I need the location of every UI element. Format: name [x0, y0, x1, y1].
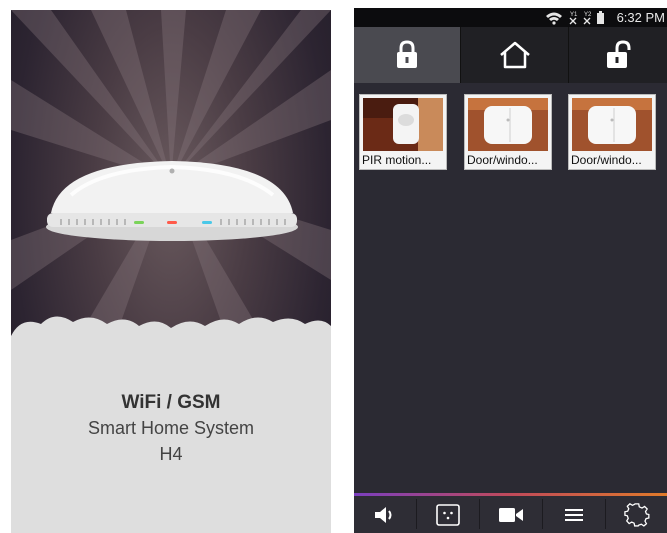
- svg-text:Y1: Y1: [570, 12, 578, 18]
- clock: 6:32 PM: [616, 10, 665, 25]
- siren-tab[interactable]: [354, 496, 416, 533]
- door-sensor-thumbnail: [572, 98, 652, 151]
- home-mode-button[interactable]: [461, 27, 568, 83]
- device-tile[interactable]: Door/windo...: [568, 94, 656, 170]
- battery-icon: [597, 11, 604, 24]
- device-label: Door/windo...: [467, 153, 538, 167]
- svg-text:Y2: Y2: [584, 12, 592, 18]
- video-camera-icon: [499, 507, 523, 522]
- status-bar: Y1 Y2 6:32 PM: [354, 8, 667, 27]
- device-grid: PIR motion... Door/windo... Door/windo..…: [354, 83, 667, 493]
- lock-open-icon: [607, 40, 631, 68]
- settings-tab[interactable]: [606, 496, 667, 533]
- device-tile[interactable]: PIR motion...: [359, 94, 447, 170]
- menu-tab[interactable]: [543, 496, 605, 533]
- splash-model: H4: [159, 444, 183, 464]
- app-main-screen: Y1 Y2 6:32 PM PIR motion... Door/windo..…: [354, 8, 667, 533]
- gear-icon: [623, 502, 649, 527]
- wifi-icon: [546, 12, 562, 25]
- sim1-no-signal-icon: Y1: [569, 12, 578, 25]
- device-tile[interactable]: Door/windo...: [464, 94, 552, 170]
- menu-icon: [565, 508, 583, 521]
- mode-bar: [354, 27, 667, 83]
- lock-closed-icon: [397, 40, 417, 68]
- camera-tab[interactable]: [480, 496, 542, 533]
- bottom-tab-bar: [354, 493, 667, 533]
- router-device-image: [46, 161, 298, 241]
- disarm-mode-button[interactable]: [569, 27, 667, 83]
- remote-tab[interactable]: [417, 496, 479, 533]
- splash-title: WiFi / GSM: [121, 392, 221, 413]
- splash-subtitle: Smart Home System: [87, 418, 255, 438]
- device-label: PIR motion...: [362, 153, 432, 167]
- sim2-no-signal-icon: Y2: [583, 12, 592, 25]
- device-label: Door/windo...: [571, 153, 642, 167]
- door-sensor-thumbnail: [468, 98, 548, 151]
- speaker-icon: [375, 506, 392, 523]
- remote-icon: [436, 503, 460, 526]
- home-icon: [499, 41, 530, 69]
- arm-mode-button[interactable]: [354, 27, 460, 83]
- status-icons: Y1 Y2: [546, 11, 604, 25]
- pir-sensor-thumbnail: [363, 98, 443, 151]
- splash-screen: WiFi / GSM Smart Home System H4: [11, 10, 331, 533]
- screenshot-canvas: WiFi / GSM Smart Home System H4 Y1 Y2 6:…: [0, 0, 667, 533]
